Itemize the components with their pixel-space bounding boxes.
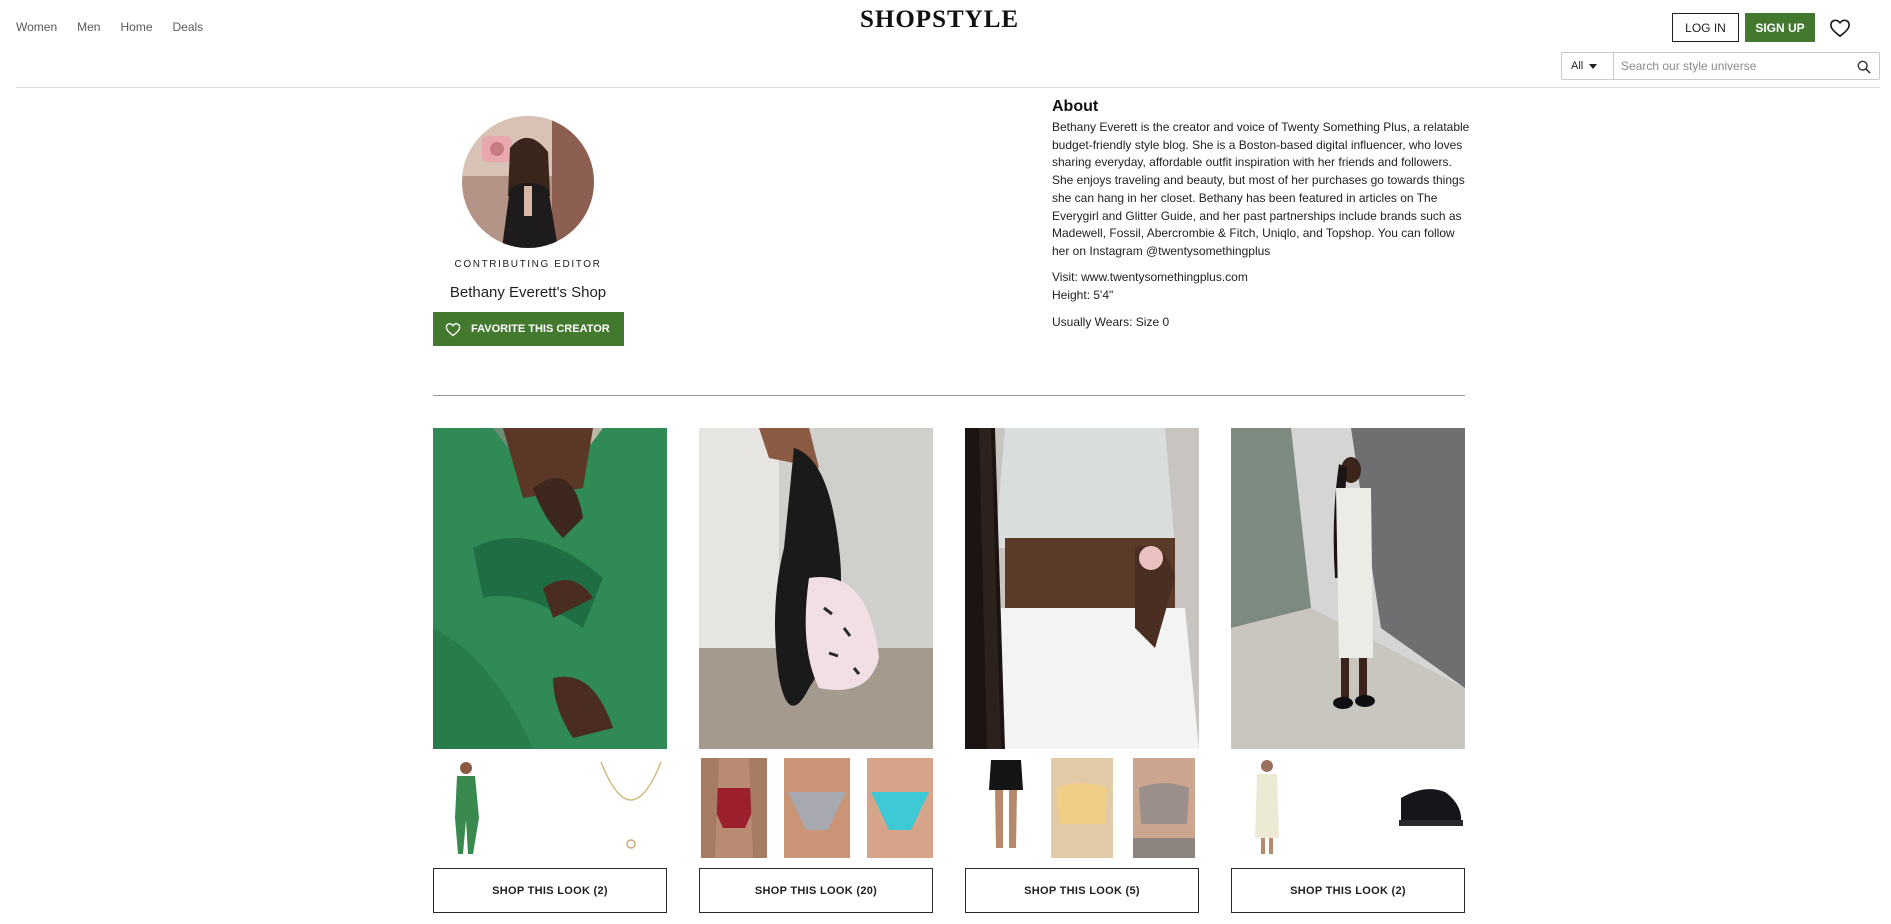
product-thumb[interactable] [1249, 758, 1285, 858]
chevron-down-icon [1589, 63, 1598, 69]
top-nav: Women Men Home Deals [16, 20, 203, 34]
look-image[interactable] [433, 428, 667, 749]
signup-button[interactable]: SIGN UP [1745, 13, 1815, 42]
shop-this-look-button[interactable]: SHOP THIS LOOK (5) [965, 868, 1199, 913]
search-scope-select[interactable]: All [1561, 52, 1614, 80]
product-thumb[interactable] [983, 758, 1029, 858]
product-thumb[interactable] [443, 758, 489, 858]
look-card: SHOP THIS LOOK (2) [1231, 428, 1465, 913]
product-thumb[interactable] [1395, 758, 1465, 858]
product-thumb[interactable] [784, 758, 850, 858]
heart-icon [445, 322, 461, 336]
favorites-heart-icon[interactable] [1829, 18, 1851, 38]
look-image[interactable] [965, 428, 1199, 749]
creator-role: CONTRIBUTING EDITOR [454, 259, 602, 270]
product-thumb[interactable] [1051, 758, 1113, 858]
search-icon[interactable] [1857, 60, 1871, 74]
favorite-creator-label: FAVORITE THIS CREATOR [471, 323, 610, 335]
shop-this-look-button[interactable]: SHOP THIS LOOK (20) [699, 868, 933, 913]
product-thumb[interactable] [867, 758, 933, 858]
product-thumb[interactable] [595, 758, 667, 858]
favorite-creator-button[interactable]: FAVORITE THIS CREATOR [433, 312, 624, 346]
look-card: SHOP THIS LOOK (20) [699, 428, 933, 913]
nav-home[interactable]: Home [120, 20, 152, 34]
about-section: About Bethany Everett is the creator and… [1052, 98, 1470, 331]
product-thumb[interactable] [1133, 758, 1195, 858]
product-thumb[interactable] [701, 758, 767, 858]
look-image[interactable] [699, 428, 933, 749]
header-divider [16, 87, 1880, 88]
look-card: SHOP THIS LOOK (2) [433, 428, 667, 913]
about-title: About [1052, 98, 1099, 115]
about-height: Height: 5'4" [1052, 287, 1114, 302]
search-bar [1613, 52, 1880, 80]
about-visit-link[interactable]: Visit: www.twentysomethingplus.com [1052, 268, 1470, 286]
login-button[interactable]: LOG IN [1672, 13, 1739, 42]
about-usually-wears: Usually Wears: Size 0 [1052, 314, 1170, 329]
nav-deals[interactable]: Deals [173, 20, 204, 34]
about-bio: Bethany Everett is the creator and voice… [1052, 120, 1470, 258]
search-scope-value: All [1571, 60, 1584, 72]
look-image[interactable] [1231, 428, 1465, 749]
creator-shop-name: Bethany Everett's Shop [449, 284, 607, 301]
creator-avatar [462, 116, 594, 248]
search-input[interactable] [1614, 53, 1844, 79]
nav-women[interactable]: Women [16, 20, 57, 34]
shopstyle-logo[interactable]: SHOPSTYLE [860, 6, 1019, 34]
shop-this-look-button[interactable]: SHOP THIS LOOK (2) [433, 868, 667, 913]
nav-men[interactable]: Men [77, 20, 100, 34]
section-divider [433, 395, 1465, 396]
look-card: SHOP THIS LOOK (5) [965, 428, 1199, 913]
shop-this-look-button[interactable]: SHOP THIS LOOK (2) [1231, 868, 1465, 913]
